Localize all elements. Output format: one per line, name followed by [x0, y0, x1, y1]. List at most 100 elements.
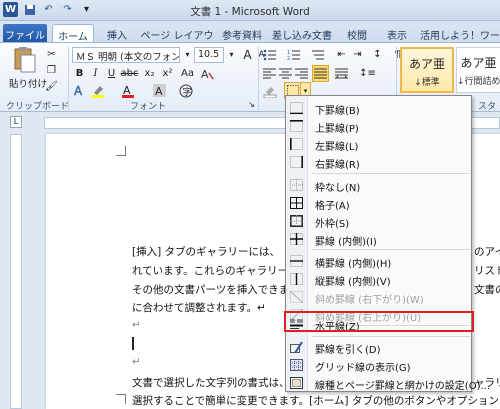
menu-item-inside-horizontal[interactable]: 横罫線 (内側)(H) [287, 252, 471, 270]
menu-item-label: 外枠(S) [315, 219, 350, 230]
no-border-icon [290, 179, 303, 191]
font-size-dropdown-icon[interactable]: ▾ [224, 47, 239, 62]
menu-item-label: 罫線 (内側)(I) [315, 237, 377, 248]
menu-item-left-border[interactable]: 左罫線(L) [287, 135, 471, 153]
menu-item-draw-table[interactable]: 罫線を引く(D) [287, 338, 471, 356]
menu-item-no-border[interactable]: 枠なし(N) [287, 176, 471, 194]
menu-item-outside-borders[interactable]: 外枠(S) [287, 212, 471, 230]
increase-indent-icon[interactable]: ⇥ [350, 47, 365, 62]
menu-item-borders-shading[interactable]: 線種とページ罫線と網かけの設定(O)... [287, 374, 490, 392]
change-case-icon[interactable]: Aa [180, 66, 195, 81]
vertical-ruler[interactable] [10, 134, 22, 409]
menu-item-label: 罫線を引く(D) [315, 345, 381, 356]
font-dialog-launcher-icon[interactable]: ↘ [244, 97, 259, 112]
bullets-icon[interactable] [262, 47, 277, 62]
doc-paragraph-line[interactable]: [挿入] タブのギャラリーには、 [132, 244, 280, 259]
font-size-combo[interactable]: 10.5 [194, 47, 224, 63]
shading-icon[interactable] [262, 83, 277, 98]
svg-text:A: A [201, 68, 209, 80]
text-effects-icon[interactable]: A [72, 83, 87, 98]
format-painter-icon[interactable]: 🖌 [44, 79, 59, 94]
font-name-dropdown-icon[interactable]: ▾ [180, 47, 195, 62]
doc-paragraph-line[interactable]: 選択することで簡単に変更できます。[ホーム] タブの他のボタンやオプション [132, 393, 499, 408]
style-name: ↓標準 [414, 78, 440, 88]
doc-paragraph-line[interactable]: 文書で選択した文字列の書式は、 [132, 375, 290, 390]
style-no-spacing[interactable]: あア亜 ↓行間詰め [456, 47, 500, 93]
multilevel-list-icon[interactable] [310, 47, 325, 62]
tab-references[interactable]: 参考資料 [220, 24, 264, 42]
sort-icon[interactable]: ↕ [370, 47, 385, 62]
copy-icon[interactable]: ❐ [44, 63, 59, 78]
tab-home[interactable]: ホーム [52, 24, 94, 43]
highlight-color-icon[interactable] [90, 83, 105, 98]
superscript-icon[interactable]: x² [160, 66, 175, 81]
menu-item-top-border[interactable]: 上罫線(P) [287, 117, 471, 135]
doc-paragraph-line[interactable]: れています。これらのギャラリー [132, 263, 288, 278]
menu-item-right-border[interactable]: 右罫線(R) [287, 153, 471, 171]
doc-paragraph-line[interactable]: その他の文書パーツを挿入できま [132, 282, 289, 297]
doc-line-fragment: 文書の [474, 284, 500, 296]
svg-text:A: A [74, 84, 83, 97]
font-name-combo[interactable]: ＭＳ 明朝 (本文のフォン [72, 47, 180, 63]
line-spacing-icon[interactable]: ↕≡ [359, 66, 376, 81]
text-cursor [132, 337, 134, 350]
cut-icon[interactable]: ✂ [44, 47, 59, 62]
distributed-icon[interactable] [334, 66, 349, 81]
crop-mark [116, 394, 126, 404]
subscript-icon[interactable]: x₂ [142, 66, 157, 81]
style-normal[interactable]: あア亜 ↓標準 [400, 47, 454, 93]
menu-item-label: 横罫線 (内側)(H) [315, 259, 392, 270]
tab-file[interactable]: ファイル [3, 24, 47, 42]
paste-button[interactable]: 貼り付け [9, 76, 47, 90]
doc-line-fragment: のアイ [474, 246, 500, 258]
left-border-icon [290, 138, 303, 150]
menu-item-label: 格子(A) [315, 201, 350, 212]
crop-mark [116, 146, 126, 156]
clear-formatting-icon[interactable]: A [200, 66, 215, 81]
tab-view[interactable]: 表示 [380, 24, 414, 42]
outside-borders-icon [290, 215, 303, 227]
menu-item-label: 枠なし(N) [315, 183, 361, 194]
tab-page-layout[interactable]: ページ レイアウト [140, 24, 214, 57]
menu-item-label: 上罫線(P) [315, 124, 359, 135]
tab-selector[interactable]: L [10, 116, 22, 128]
menu-separator [312, 336, 470, 337]
tab-insert[interactable]: 挿入 [100, 24, 134, 42]
decrease-indent-icon[interactable]: ⇤ [334, 47, 349, 62]
group-label-font: フォント [130, 102, 167, 112]
view-gridlines-icon [290, 359, 303, 371]
align-right-icon[interactable] [294, 66, 309, 81]
top-border-icon [290, 120, 303, 132]
strikethrough-icon[interactable]: abc [121, 66, 139, 81]
character-shading-icon[interactable]: A [152, 83, 167, 98]
italic-icon[interactable]: I [88, 66, 103, 81]
menu-item-view-gridlines[interactable]: グリッド線の表示(G) [287, 356, 471, 374]
tab-review[interactable]: 校閲 [340, 24, 374, 42]
numbering-icon[interactable]: 12 [286, 47, 301, 62]
tab-mailings[interactable]: 差し込み文書 [270, 24, 334, 42]
menu-item-inside-vertical[interactable]: 縦罫線 (内側)(V) [287, 270, 471, 288]
font-color-icon[interactable]: A [120, 83, 135, 98]
bottom-border-icon [290, 102, 303, 114]
doc-paragraph-line[interactable]: に合わせて調整されます。↵ [132, 300, 266, 315]
doc-line-fragment: リスト [474, 265, 500, 277]
doc-empty-paragraph[interactable]: ↵ [132, 356, 141, 368]
bold-icon[interactable]: B [72, 66, 87, 81]
all-borders-icon [290, 197, 303, 209]
menu-item-inside-borders[interactable]: 罫線 (内側)(I) [287, 230, 471, 248]
tab-custom[interactable]: 活用しよう！ワード [420, 24, 500, 57]
paste-icon[interactable] [12, 46, 36, 74]
style-sample: あア亜 [460, 56, 497, 70]
justify-icon[interactable] [312, 65, 329, 82]
align-left-icon[interactable] [262, 66, 277, 81]
align-center-icon[interactable] [278, 66, 293, 81]
menu-item-all-borders[interactable]: 格子(A) [287, 194, 471, 212]
underline-icon[interactable]: U [104, 66, 119, 81]
menu-item-bottom-border[interactable]: 下罫線(B) [287, 99, 471, 117]
menu-separator [312, 249, 470, 250]
grow-font-icon[interactable]: A [240, 47, 255, 62]
doc-empty-paragraph[interactable]: ↵ [132, 319, 141, 331]
enclose-characters-icon[interactable]: 字 [178, 83, 193, 98]
svg-text:2: 2 [287, 56, 290, 61]
borders-dropdown-menu: 下罫線(B) 上罫線(P) 左罫線(L) 右罫線(R) 枠なし(N) 格子(A)… [285, 95, 490, 392]
